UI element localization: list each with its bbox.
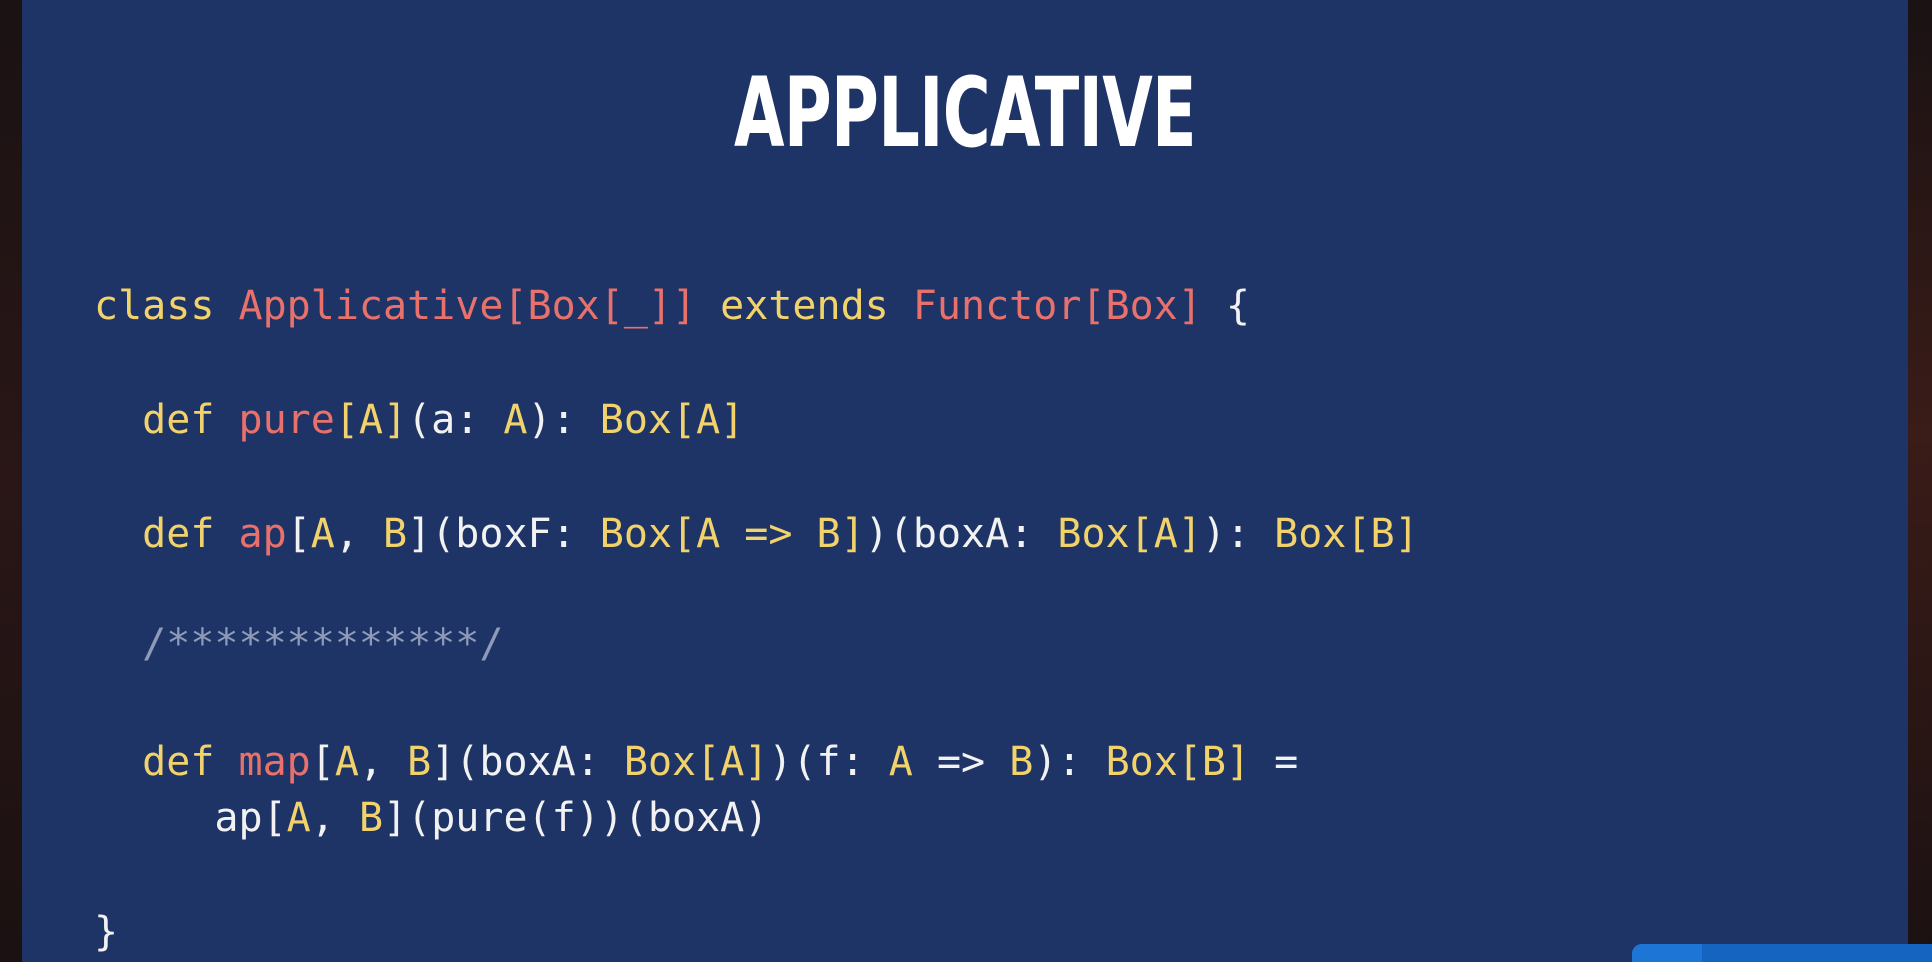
- backdrop-left: [0, 0, 22, 962]
- return-type: Box[B]: [1274, 511, 1419, 557]
- type-param-b: B: [383, 511, 408, 557]
- brace-open: {: [1225, 283, 1251, 329]
- method-name-ap: ap: [238, 511, 287, 557]
- comment-separator: /*************/: [142, 621, 504, 667]
- type-param-b: B: [407, 739, 432, 785]
- keyword-def: def: [142, 397, 215, 443]
- map-mid: )(f:: [768, 739, 889, 785]
- type-param-b: B: [358, 795, 384, 841]
- code-line-close: }: [94, 904, 118, 960]
- type-param-a: A: [310, 511, 335, 557]
- video-player-bar[interactable]: [1632, 944, 1932, 962]
- tparams-close: ](boxF:: [407, 511, 600, 557]
- keyword-def: def: [142, 739, 215, 785]
- slide-title: APPLICATIVE: [734, 57, 1197, 169]
- tparams-open: [: [286, 511, 311, 557]
- arrow: =>: [912, 739, 1010, 785]
- body-rest: ](pure(f))(boxA): [383, 795, 769, 841]
- code-line-map: def map[A, B](boxA: Box[A])(f: A => B): …: [94, 734, 1298, 790]
- args-open: (a:: [407, 397, 504, 443]
- f-type-a: A: [888, 739, 913, 785]
- method-name-pure: pure: [238, 397, 335, 443]
- code-line-pure: def pure[A](a: A): Box[A]: [94, 392, 744, 448]
- box-a-type: Box[A]: [623, 739, 769, 785]
- return-type: Box[B]: [1105, 739, 1251, 785]
- box-f-b: B]: [816, 511, 865, 557]
- return-type: Box[A]: [599, 397, 745, 443]
- code-line-ap: def ap[A, B](boxF: Box[A => B])(boxA: Bo…: [94, 506, 1419, 562]
- tparams-close: ](boxA:: [431, 739, 624, 785]
- keyword-class: class: [94, 283, 215, 329]
- type-param-a: A: [334, 739, 359, 785]
- box-f-type: Box[A =>: [599, 511, 793, 557]
- backdrop-right: [1908, 0, 1932, 962]
- code-block: class Applicative[Box[_]] extends Functo…: [94, 0, 1419, 955]
- type-param-a: A: [286, 795, 311, 841]
- map-close: ):: [1033, 739, 1106, 785]
- presentation-slide: APPLICATIVE class Applicative[Box[_]] ex…: [22, 0, 1908, 962]
- player-bar-segment[interactable]: [1632, 944, 1702, 962]
- method-name-map: map: [238, 739, 311, 785]
- type-param: [A]: [334, 397, 408, 443]
- box-a-type: Box[A]: [1057, 511, 1202, 557]
- ap-mid: )(boxA:: [864, 511, 1058, 557]
- tparams-open: [: [310, 739, 335, 785]
- code-line-class-declaration: class Applicative[Box[_]] extends Functo…: [94, 278, 1250, 334]
- args-close: ):: [527, 397, 600, 443]
- type-param-separator: ,: [334, 511, 384, 557]
- equals: =: [1250, 739, 1299, 785]
- f-type-b: B: [1009, 739, 1034, 785]
- code-line-map-body: ap[A, B](pure(f))(boxA): [94, 790, 768, 846]
- ap-close: ):: [1201, 511, 1275, 557]
- type-param-separator: ,: [358, 739, 408, 785]
- body-prefix: ap[: [214, 795, 287, 841]
- keyword-extends: extends: [720, 283, 889, 329]
- type-applicative: Applicative[Box[_]]: [238, 283, 697, 329]
- type-param-separator: ,: [310, 795, 359, 841]
- code-line-comment: /*************/: [94, 616, 503, 672]
- arg-type: A: [503, 397, 528, 443]
- keyword-def: def: [142, 511, 215, 557]
- type-functor: Functor[Box]: [912, 283, 1202, 329]
- brace-close: }: [94, 909, 119, 955]
